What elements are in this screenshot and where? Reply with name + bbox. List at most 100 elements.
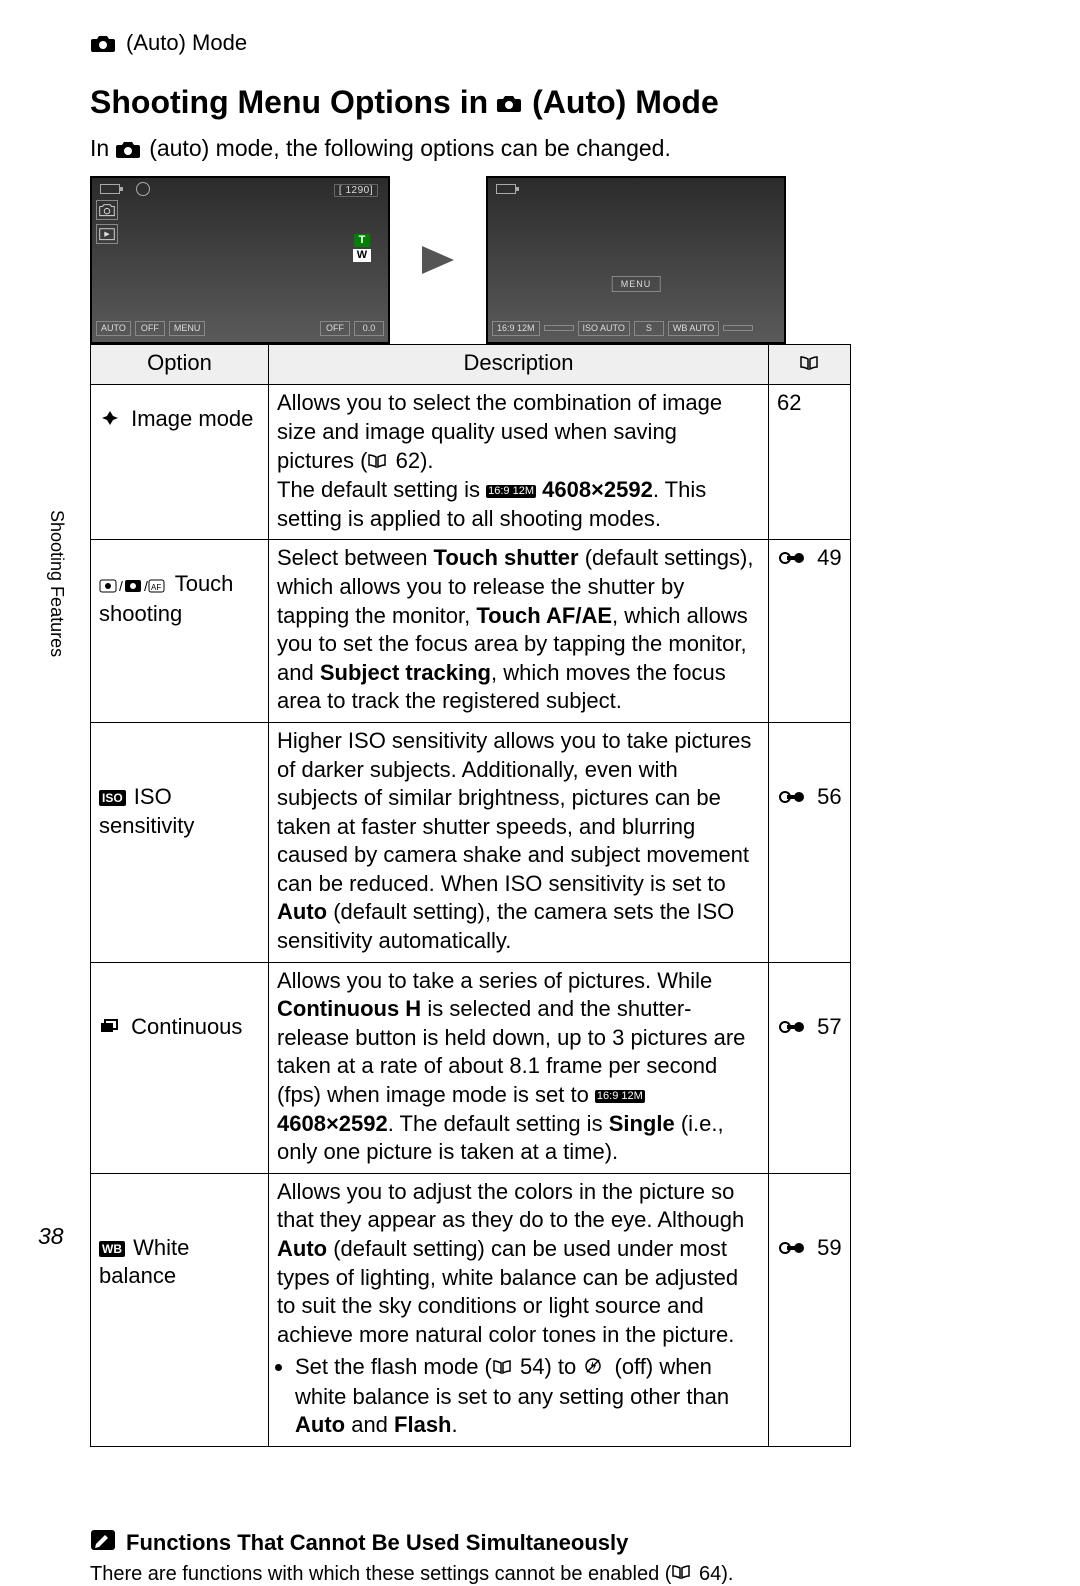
- intro-suffix: (auto) mode, the following options can b…: [149, 135, 671, 162]
- breadcrumb: (Auto) Mode: [0, 30, 1080, 74]
- title-suffix: (Auto) Mode: [532, 84, 719, 121]
- battery-icon: [496, 184, 516, 194]
- desc-text: Set the flash mode (: [295, 1354, 492, 1379]
- table-row: ISO ISO sensitivity Higher ISO sensitivi…: [91, 722, 851, 962]
- col-description: Description: [269, 345, 769, 385]
- footnote-text: 64).: [693, 1563, 733, 1585]
- reference-link-icon: [777, 1235, 807, 1264]
- touch-shooting-icon: / / AF: [99, 571, 165, 600]
- flash-off-icon: [582, 1354, 604, 1383]
- option-cell: Image mode: [91, 385, 269, 540]
- footnote-title: Functions That Cannot Be Used Simultaneo…: [126, 1530, 628, 1556]
- table-row: / / AF Touch shooting Select between Tou…: [91, 540, 851, 723]
- continuous-icon: S: [634, 321, 664, 336]
- desc-text: Higher ISO sensitivity allows you to tak…: [277, 728, 751, 953]
- option-cell: / / AF Touch shooting: [91, 540, 269, 723]
- page-title: Shooting Menu Options in (Auto) Mode: [0, 74, 1080, 131]
- lcd-bottom-bar: AUTO OFF MENU OFF 0.0: [92, 314, 388, 342]
- note-icon: [90, 1529, 116, 1557]
- description-cell: Allows you to take a series of pictures.…: [269, 962, 769, 1173]
- camera-icon: [496, 93, 522, 113]
- playback-mode-icon: [96, 224, 118, 244]
- book-icon: [799, 350, 821, 379]
- book-icon: [671, 1563, 693, 1586]
- exposure-comp-icon: 0.0: [354, 321, 384, 336]
- description-cell: Select between Touch shutter (default se…: [269, 540, 769, 723]
- menu-button: MENU: [169, 321, 206, 336]
- image-mode-chip-icon: 16:9 12M: [486, 485, 536, 498]
- reference-cell: 49: [769, 540, 851, 723]
- camera-icon: [115, 139, 141, 159]
- self-timer-off-icon: OFF: [135, 321, 165, 336]
- zoom-tele-icon: T: [354, 234, 371, 247]
- setup-icon: [723, 325, 753, 331]
- desc-text: 4608×2592: [536, 477, 653, 502]
- desc-text: Allows you to select the combination of …: [277, 390, 722, 472]
- flash-auto-icon: AUTO: [96, 321, 131, 336]
- battery-icon: [100, 184, 120, 194]
- description-cell: Allows you to select the combination of …: [269, 385, 769, 540]
- table-row: WB White balance Allows you to adjust th…: [91, 1173, 851, 1446]
- continuous-icon: [99, 1014, 121, 1043]
- bullet-list: Set the flash mode ( 54) to (off) when w…: [295, 1353, 760, 1440]
- table-row: Continuous Allows you to take a series o…: [91, 962, 851, 1173]
- shots-remaining: [ 1290]: [334, 184, 378, 197]
- iso-icon: ISO: [99, 790, 126, 806]
- table-row: Image mode Allows you to select the comb…: [91, 385, 851, 540]
- intro-prefix: In: [90, 135, 109, 162]
- white-balance-icon: WB: [99, 1241, 125, 1257]
- desc-text: The default setting is: [277, 477, 486, 502]
- reference-cell: 59: [769, 1173, 851, 1446]
- svg-text:AF: AF: [151, 583, 161, 592]
- desc-text: and: [345, 1412, 394, 1437]
- reference-cell: 56: [769, 722, 851, 962]
- camera-icon: [90, 33, 116, 53]
- shooting-mode-icon: [96, 200, 118, 220]
- desc-text: Allows you to take a series of pictures.…: [277, 968, 745, 1107]
- reference-cell: 57: [769, 962, 851, 1173]
- image-mode-icon: [99, 406, 121, 435]
- book-icon: [367, 448, 389, 477]
- image-mode-chip-icon: 16:9 12M: [595, 1090, 645, 1103]
- list-item: Set the flash mode ( 54) to (off) when w…: [295, 1353, 760, 1440]
- footnote-text: There are functions with which these set…: [90, 1563, 671, 1585]
- option-label: Image mode: [125, 406, 253, 431]
- arrow-right-icon: [408, 176, 468, 344]
- reference-link-icon: [777, 545, 807, 574]
- book-icon: [492, 1354, 514, 1383]
- desc-text: 62).: [389, 448, 433, 473]
- description-cell: Higher ISO sensitivity allows you to tak…: [269, 722, 769, 962]
- option-cell: Continuous: [91, 962, 269, 1173]
- desc-text: Allows you to adjust the colors in the p…: [277, 1179, 744, 1347]
- desc-text: Select between Touch shutter (default se…: [277, 545, 753, 713]
- footnote-heading: Functions That Cannot Be Used Simultaneo…: [90, 1529, 850, 1557]
- macro-off-icon: OFF: [320, 321, 350, 336]
- title-prefix: Shooting Menu Options in: [90, 84, 488, 121]
- desc-text: .: [452, 1412, 458, 1437]
- col-reference: [769, 345, 851, 385]
- image-mode-icon: 16:9 12M: [492, 321, 540, 336]
- reference-page: 56: [811, 784, 842, 809]
- desc-text: Auto: [295, 1412, 345, 1437]
- self-timer-icon: [136, 182, 150, 196]
- desc-text: 54) to: [514, 1354, 582, 1379]
- reference-page: 59: [811, 1235, 842, 1260]
- white-balance-icon: WB AUTO: [668, 321, 719, 336]
- zoom-rocker: T W: [350, 234, 374, 262]
- zoom-wide-icon: W: [353, 249, 371, 262]
- table-header-row: Option Description: [91, 345, 851, 385]
- mode-icon-stack: [96, 200, 118, 244]
- reference-link-icon: [777, 784, 807, 813]
- touch-shooting-icon: [544, 325, 574, 331]
- svg-text:/: /: [144, 578, 148, 594]
- iso-icon: ISO AUTO: [578, 321, 630, 336]
- reference-page: 49: [811, 545, 842, 570]
- options-table: Option Description Image mode Allow: [90, 344, 851, 1447]
- lcd-bottom-bar: 16:9 12M ISO AUTO S WB AUTO: [488, 314, 784, 342]
- desc-text: 4608×2592: [277, 1111, 388, 1136]
- lcd-screen-live-view: [ 1290] T W AUTO OFF MENU OFF 0.0: [90, 176, 390, 344]
- section-tab: Shooting Features: [46, 510, 67, 657]
- option-cell: WB White balance: [91, 1173, 269, 1446]
- breadcrumb-label: (Auto) Mode: [126, 30, 247, 56]
- svg-text:/: /: [119, 578, 123, 594]
